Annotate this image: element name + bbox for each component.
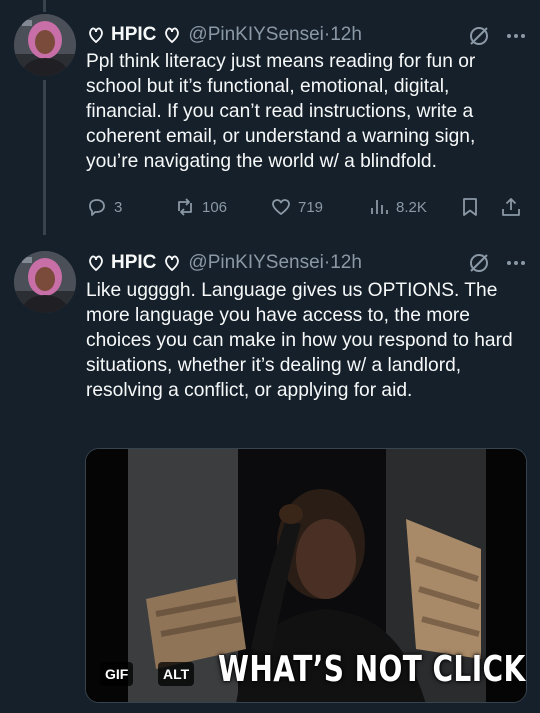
tweet-text: Like uggggh. Language gives us OPTIONS. …: [86, 280, 513, 401]
gif-caption: WHAT’S NOT CLICKING?: [218, 649, 526, 690]
avatar[interactable]: [14, 251, 76, 313]
views-chart-icon: [371, 200, 388, 214]
avatar-image: [14, 14, 76, 76]
views-button[interactable]: 8.2K: [368, 194, 427, 220]
grok-icon[interactable]: [468, 252, 490, 274]
handle[interactable]: @PinKIYSensei: [188, 252, 323, 274]
reply-button[interactable]: 3: [86, 194, 122, 220]
thread-line: [43, 80, 46, 235]
bookmark-icon[interactable]: [459, 196, 481, 218]
like-button[interactable]: 719: [270, 194, 323, 220]
action-bar: 3 106 719 8.2K: [86, 194, 526, 220]
grok-icon[interactable]: [468, 25, 490, 47]
reply-icon: [89, 199, 105, 216]
gif-badge: GIF: [100, 662, 134, 686]
ribbon-icon: [165, 27, 180, 44]
display-name[interactable]: HPIC: [111, 252, 156, 274]
more-options-icon[interactable]: [504, 25, 528, 47]
retweet-count: 106: [202, 198, 228, 216]
avatar[interactable]: [14, 14, 76, 76]
handle[interactable]: @PinKIYSensei: [188, 24, 323, 46]
share-icon[interactable]: [500, 196, 522, 218]
avatar-image: [14, 251, 76, 313]
gif-media[interactable]: WHAT’S NOT CLICKING? GIF ALT: [85, 448, 527, 703]
timestamp[interactable]: 12h: [330, 252, 362, 274]
display-name[interactable]: HPIC: [111, 24, 156, 46]
like-count: 719: [298, 198, 324, 216]
ribbon-icon: [89, 255, 103, 272]
alt-badge[interactable]: ALT: [158, 662, 195, 686]
timestamp[interactable]: 12h: [330, 24, 362, 46]
ribbon-icon: [165, 255, 180, 272]
retweet-button[interactable]: 106: [174, 194, 227, 220]
ribbon-icon: [89, 27, 103, 44]
thread-line: [43, 0, 46, 12]
retweet-icon: [178, 198, 192, 216]
more-options-icon[interactable]: [504, 252, 528, 274]
view-count: 8.2K: [396, 198, 427, 216]
reply-count: 3: [114, 198, 123, 216]
tweet-text: Ppl think literacy just means reading fo…: [86, 51, 476, 172]
heart-icon: [272, 199, 290, 215]
